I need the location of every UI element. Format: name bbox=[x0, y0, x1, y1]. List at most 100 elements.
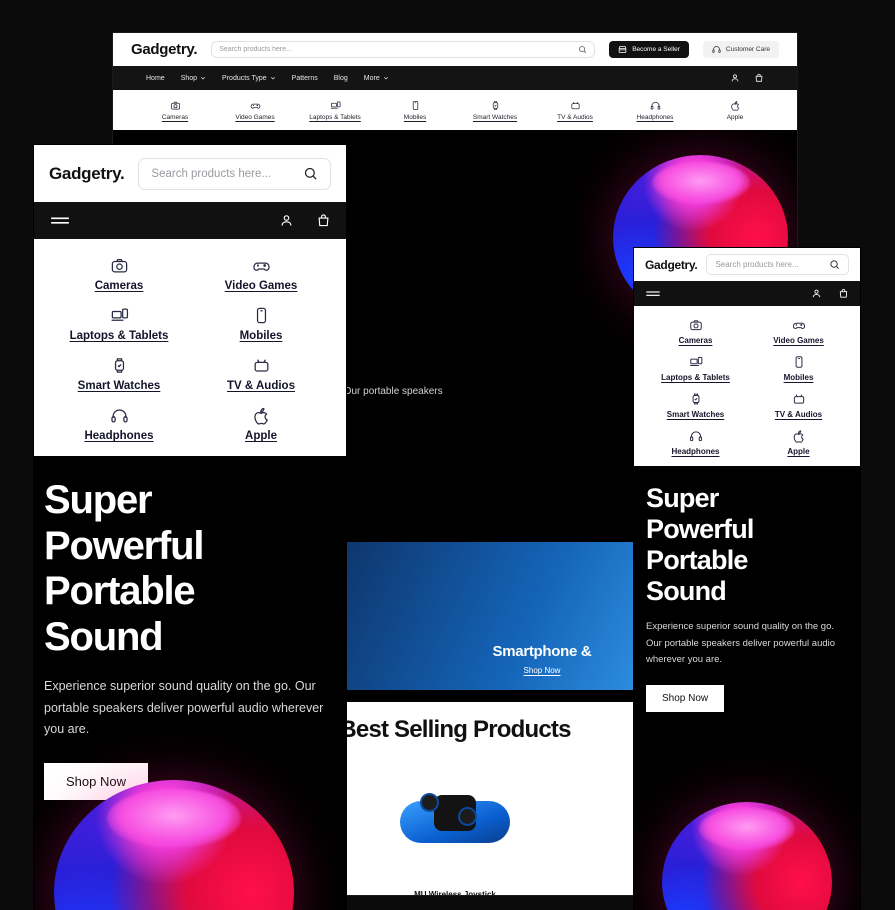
search-input[interactable]: Search products here... bbox=[706, 254, 849, 275]
hamburger-icon[interactable] bbox=[49, 213, 71, 229]
headphones-icon bbox=[689, 429, 703, 443]
category-label: Laptops & Tablets bbox=[309, 113, 361, 121]
bag-icon[interactable] bbox=[838, 288, 849, 299]
watch-icon bbox=[110, 356, 129, 375]
nav-item-home[interactable]: Home bbox=[146, 75, 165, 82]
category-headphones[interactable]: Headphones bbox=[644, 429, 747, 456]
category-label: Smart Watches bbox=[472, 113, 518, 121]
category-label: Smart Watches bbox=[77, 380, 161, 392]
become-a-seller-button[interactable]: Become a Seller bbox=[609, 41, 689, 58]
tv-icon bbox=[792, 392, 806, 406]
brand-logo[interactable]: Gadgetry. bbox=[49, 164, 125, 184]
category-laptops-tablets[interactable]: Laptops & Tablets bbox=[644, 355, 747, 382]
product-image bbox=[350, 756, 561, 886]
bag-icon[interactable] bbox=[754, 73, 764, 83]
phone-icon bbox=[252, 306, 271, 325]
user-icon[interactable] bbox=[811, 288, 822, 299]
category-label: Headphones bbox=[671, 447, 720, 456]
category-smart-watches[interactable]: Smart Watches bbox=[48, 356, 190, 392]
category-label: Cameras bbox=[94, 280, 144, 292]
category-mobiles[interactable]: Mobiles bbox=[190, 306, 332, 342]
search-icon[interactable] bbox=[829, 259, 840, 270]
category-video-games[interactable]: Video Games bbox=[190, 256, 332, 292]
hero-title: Super Powerful Portable Sound bbox=[646, 483, 848, 607]
nav-item-products-type[interactable]: Products Type bbox=[222, 75, 276, 82]
category-label: TV & Audios bbox=[557, 113, 593, 121]
nav-item-shop[interactable]: Shop bbox=[181, 75, 206, 82]
category-label: Apple bbox=[245, 430, 277, 442]
category-label: Mobiles bbox=[239, 330, 283, 342]
category-smart-watches[interactable]: Smart Watches bbox=[455, 100, 535, 121]
phone-viewport: Gadgetry. Search products here... Camera… bbox=[634, 248, 860, 910]
nav-item-more[interactable]: More bbox=[364, 75, 389, 82]
tablet-header: Gadgetry. Search products here... bbox=[34, 145, 346, 202]
gamepad-icon bbox=[252, 256, 271, 275]
category-laptops-tablets[interactable]: Laptops & Tablets bbox=[48, 306, 190, 342]
category-tv-audios[interactable]: TV & Audios bbox=[747, 392, 850, 419]
category-apple[interactable]: Apple bbox=[747, 429, 850, 456]
apple-icon bbox=[730, 100, 741, 111]
camera-icon bbox=[689, 318, 703, 332]
nav-item-label: Shop bbox=[180, 74, 198, 82]
category-video-games[interactable]: Video Games bbox=[215, 100, 295, 121]
camera-icon bbox=[110, 256, 129, 275]
product-card[interactable]: MU Wireless Joystick $12.00$19.00 ★★★★☆ … bbox=[350, 756, 561, 895]
product-name: MU Wireless Joystick bbox=[414, 890, 496, 895]
search-icon[interactable] bbox=[303, 166, 318, 181]
apple-icon bbox=[252, 406, 271, 425]
laptop-icon bbox=[689, 355, 703, 369]
hero-description: Experience superior sound quality on the… bbox=[44, 679, 324, 737]
search-icon[interactable] bbox=[578, 45, 587, 54]
store-icon bbox=[618, 45, 627, 54]
chevron-down-icon bbox=[270, 75, 276, 81]
category-label: Mobiles bbox=[403, 113, 427, 121]
nav-item-patterns[interactable]: Patterns bbox=[292, 75, 318, 82]
category-laptops-tablets[interactable]: Laptops & Tablets bbox=[295, 100, 375, 121]
category-label: TV & Audios bbox=[774, 410, 823, 419]
headphones-icon bbox=[650, 100, 661, 111]
category-label: Video Games bbox=[773, 336, 824, 345]
banner-shop-now-link[interactable]: Shop Now bbox=[524, 666, 561, 675]
category-smart-watches[interactable]: Smart Watches bbox=[644, 392, 747, 419]
category-headphones[interactable]: Headphones bbox=[48, 406, 190, 442]
nav-item-label: Patterns bbox=[291, 74, 318, 82]
user-icon[interactable] bbox=[730, 73, 740, 83]
brand-logo[interactable]: Gadgetry. bbox=[645, 258, 698, 272]
category-tv-audios[interactable]: TV & Audios bbox=[190, 356, 332, 392]
tv-icon bbox=[570, 100, 581, 111]
search-input[interactable]: Search products here... bbox=[211, 41, 596, 58]
user-icon[interactable] bbox=[279, 213, 294, 228]
nav-item-label: Blog bbox=[333, 74, 348, 82]
category-label: Apple bbox=[787, 447, 810, 456]
nav-item-label: More bbox=[363, 74, 380, 82]
speaker-product-image bbox=[662, 802, 832, 910]
hero-title-line: Super bbox=[646, 483, 719, 513]
brand-logo[interactable]: Gadgetry. bbox=[131, 41, 198, 58]
category-apple[interactable]: Apple bbox=[695, 100, 775, 121]
bag-icon[interactable] bbox=[316, 213, 331, 228]
laptop-icon bbox=[110, 306, 129, 325]
desktop-header: Gadgetry. Search products here... Become… bbox=[113, 33, 797, 66]
desktop-nav-bar: Home Shop Products Type Patterns Blog Mo… bbox=[113, 66, 797, 90]
category-cameras[interactable]: Cameras bbox=[644, 318, 747, 345]
category-tv-audios[interactable]: TV & Audios bbox=[535, 100, 615, 121]
hamburger-icon[interactable] bbox=[645, 288, 661, 300]
customer-care-label: Customer Care bbox=[725, 46, 770, 53]
chevron-down-icon bbox=[383, 75, 389, 81]
nav-item-blog[interactable]: Blog bbox=[334, 75, 348, 82]
customer-care-button[interactable]: Customer Care bbox=[702, 41, 779, 58]
category-cameras[interactable]: Cameras bbox=[135, 100, 215, 121]
category-label: Mobiles bbox=[783, 373, 814, 382]
category-headphones[interactable]: Headphones bbox=[615, 100, 695, 121]
category-label: Smart Watches bbox=[666, 410, 725, 419]
category-cameras[interactable]: Cameras bbox=[48, 256, 190, 292]
hero-title-line: Portable bbox=[646, 545, 748, 576]
category-video-games[interactable]: Video Games bbox=[747, 318, 850, 345]
search-input[interactable]: Search products here... bbox=[138, 157, 331, 190]
category-mobiles[interactable]: Mobiles bbox=[375, 100, 455, 121]
become-a-seller-label: Become a Seller bbox=[632, 46, 680, 53]
category-apple[interactable]: Apple bbox=[190, 406, 332, 442]
category-mobiles[interactable]: Mobiles bbox=[747, 355, 850, 382]
tv-icon bbox=[252, 356, 271, 375]
hero-shop-now-button[interactable]: Shop Now bbox=[646, 685, 725, 713]
